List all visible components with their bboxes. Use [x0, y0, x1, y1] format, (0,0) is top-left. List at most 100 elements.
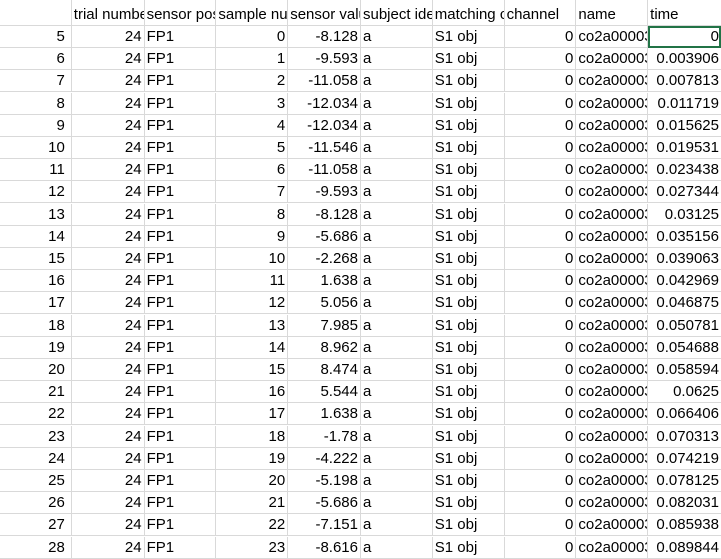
row-number[interactable]: 13	[0, 203, 72, 226]
channel-cell[interactable]: 0	[504, 336, 577, 359]
column-header-matching-condition[interactable]: matching condition	[432, 0, 505, 26]
sample-num-cell[interactable]: 11	[216, 270, 289, 293]
sensor-value-cell[interactable]: -11.058	[288, 70, 361, 93]
time-cell[interactable]: 0.085938	[648, 514, 721, 537]
time-cell[interactable]: 0.070313	[648, 426, 721, 448]
sample-num-cell[interactable]: 6	[216, 159, 289, 182]
column-header-sample-num[interactable]: sample num	[216, 0, 289, 26]
row-number[interactable]: 9	[0, 114, 72, 137]
row-number[interactable]: 28	[0, 536, 72, 559]
sample-num-cell[interactable]: 5	[216, 137, 289, 159]
trial-number-cell[interactable]: 24	[71, 536, 145, 559]
channel-cell[interactable]: 0	[504, 48, 577, 71]
trial-number-cell[interactable]: 24	[71, 425, 145, 448]
time-cell[interactable]: 0.03125	[648, 204, 721, 226]
matching-condition-cell[interactable]: S1 obj	[432, 403, 505, 426]
sample-num-cell[interactable]: 0	[216, 26, 289, 48]
subject-identifier-cell[interactable]: a	[361, 26, 433, 48]
sensor-position-cell[interactable]: FP1	[144, 292, 217, 315]
matching-condition-cell[interactable]: S1 obj	[432, 359, 505, 381]
row-number[interactable]: 21	[0, 381, 72, 404]
column-header-rownum[interactable]	[0, 0, 72, 26]
channel-cell[interactable]: 0	[504, 181, 577, 204]
subject-identifier-cell[interactable]: a	[361, 492, 433, 515]
trial-number-cell[interactable]: 24	[71, 137, 145, 159]
matching-condition-cell[interactable]: S1 obj	[432, 159, 505, 182]
trial-number-cell[interactable]: 24	[71, 359, 145, 381]
sample-num-cell[interactable]: 12	[216, 292, 289, 315]
sample-num-cell[interactable]: 7	[216, 181, 289, 204]
matching-condition-cell[interactable]: S1 obj	[432, 48, 505, 71]
time-cell[interactable]: 0.078125	[648, 470, 721, 492]
channel-cell[interactable]: 0	[504, 314, 577, 337]
sensor-position-cell[interactable]: FP1	[144, 137, 217, 159]
row-number[interactable]: 20	[0, 359, 72, 381]
matching-condition-cell[interactable]: S1 obj	[432, 203, 505, 226]
sensor-position-cell[interactable]: FP1	[144, 203, 217, 226]
subject-identifier-cell[interactable]: a	[361, 114, 433, 137]
sample-num-cell[interactable]: 1	[216, 48, 289, 71]
channel-cell[interactable]: 0	[504, 70, 577, 93]
name-cell[interactable]: co2a00003	[576, 225, 649, 248]
trial-number-cell[interactable]: 24	[71, 203, 145, 226]
subject-identifier-cell[interactable]: a	[361, 270, 433, 293]
sensor-position-cell[interactable]: FP1	[144, 336, 217, 359]
subject-identifier-cell[interactable]: a	[361, 137, 433, 159]
sensor-value-cell[interactable]: -1.78	[288, 425, 361, 448]
column-header-trial-number[interactable]: trial number	[71, 0, 145, 26]
trial-number-cell[interactable]: 24	[71, 292, 145, 315]
channel-cell[interactable]: 0	[504, 514, 577, 537]
sample-num-cell[interactable]: 4	[216, 114, 289, 137]
sensor-value-cell[interactable]: -5.686	[288, 492, 361, 515]
subject-identifier-cell[interactable]: a	[361, 403, 433, 426]
time-cell[interactable]: 0.066406	[648, 403, 721, 426]
channel-cell[interactable]: 0	[504, 26, 577, 48]
row-number[interactable]: 10	[0, 137, 72, 159]
sensor-value-cell[interactable]: 7.985	[288, 314, 361, 337]
subject-identifier-cell[interactable]: a	[361, 92, 433, 115]
time-cell[interactable]: 0.074219	[648, 448, 721, 470]
time-cell[interactable]: 0.027344	[648, 181, 721, 204]
row-number[interactable]: 6	[0, 48, 72, 71]
channel-cell[interactable]: 0	[504, 492, 577, 515]
trial-number-cell[interactable]: 24	[71, 48, 145, 71]
sensor-position-cell[interactable]: FP1	[144, 314, 217, 337]
matching-condition-cell[interactable]: S1 obj	[432, 447, 505, 470]
time-cell[interactable]: 0.003906	[648, 48, 721, 71]
channel-cell[interactable]: 0	[504, 114, 577, 137]
time-cell[interactable]: 0.054688	[648, 337, 721, 359]
subject-identifier-cell[interactable]: a	[361, 248, 433, 270]
sensor-position-cell[interactable]: FP1	[144, 359, 217, 381]
channel-cell[interactable]: 0	[504, 92, 577, 115]
matching-condition-cell[interactable]: S1 obj	[432, 381, 505, 404]
sensor-value-cell[interactable]: 1.638	[288, 403, 361, 426]
sensor-value-cell[interactable]: -12.034	[288, 114, 361, 137]
matching-condition-cell[interactable]: S1 obj	[432, 470, 505, 492]
name-cell[interactable]: co2a00003	[576, 492, 649, 515]
matching-condition-cell[interactable]: S1 obj	[432, 492, 505, 515]
column-header-name[interactable]: name	[576, 0, 649, 26]
time-cell[interactable]: 0.082031	[648, 492, 721, 515]
subject-identifier-cell[interactable]: a	[361, 425, 433, 448]
trial-number-cell[interactable]: 24	[71, 181, 145, 204]
row-number[interactable]: 12	[0, 181, 72, 204]
channel-cell[interactable]: 0	[504, 248, 577, 270]
name-cell[interactable]: co2a00003	[576, 514, 649, 537]
channel-cell[interactable]: 0	[504, 425, 577, 448]
matching-condition-cell[interactable]: S1 obj	[432, 137, 505, 159]
trial-number-cell[interactable]: 24	[71, 470, 145, 492]
matching-condition-cell[interactable]: S1 obj	[432, 292, 505, 315]
row-number[interactable]: 25	[0, 470, 72, 492]
trial-number-cell[interactable]: 24	[71, 225, 145, 248]
sensor-value-cell[interactable]: -8.128	[288, 26, 361, 48]
sample-num-cell[interactable]: 15	[216, 359, 289, 381]
subject-identifier-cell[interactable]: a	[361, 536, 433, 559]
channel-cell[interactable]: 0	[504, 292, 577, 315]
name-cell[interactable]: co2a00003	[576, 203, 649, 226]
matching-condition-cell[interactable]: S1 obj	[432, 92, 505, 115]
trial-number-cell[interactable]: 24	[71, 114, 145, 137]
row-number[interactable]: 8	[0, 92, 72, 115]
subject-identifier-cell[interactable]: a	[361, 470, 433, 492]
row-number[interactable]: 5	[0, 26, 72, 48]
name-cell[interactable]: co2a00003	[576, 425, 649, 448]
